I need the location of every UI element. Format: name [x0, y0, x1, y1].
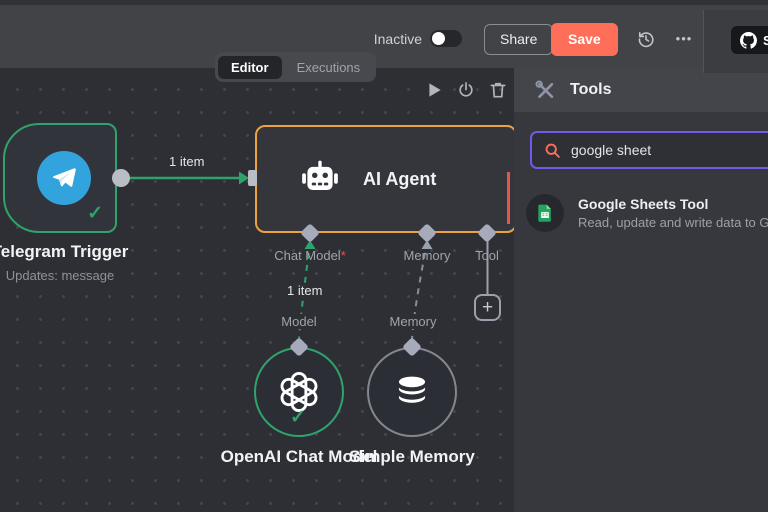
google-sheets-icon	[526, 194, 564, 232]
activation-state-label: Inactive	[373, 31, 422, 47]
database-icon	[398, 376, 426, 403]
canvas-toolbar	[424, 80, 508, 100]
openai-success-check-icon: ✓	[290, 407, 306, 428]
tab-editor[interactable]: Editor	[218, 55, 282, 79]
share-button[interactable]: Share	[484, 24, 554, 55]
telegram-node-title: Telegram Trigger	[0, 242, 129, 261]
github-star-label: Star	[763, 32, 768, 48]
ai-agent-node[interactable]: AI Agent	[255, 125, 517, 233]
output-connector[interactable]	[112, 169, 130, 187]
github-star-button[interactable]: Star	[731, 26, 768, 54]
success-check-icon: ✓	[87, 203, 103, 224]
ai-agent-node-title: AI Agent	[363, 168, 437, 189]
top-header-bar: Inactive Share Save ••• Star	[0, 5, 768, 73]
result-text: Google Sheets Tool Read, update and writ…	[578, 196, 768, 230]
memory-port-label: Memory	[403, 248, 451, 263]
telegram-trigger-node[interactable]: ✓	[3, 123, 117, 233]
telegram-icon	[37, 151, 91, 205]
history-icon[interactable]	[636, 29, 656, 49]
required-asterisk: *	[340, 248, 346, 263]
tab-executions[interactable]: Executions	[284, 56, 374, 79]
activation-toggle[interactable]	[430, 30, 462, 47]
view-tabs: Editor Executions	[215, 52, 377, 82]
memory-endpoint-label: Memory	[383, 314, 443, 329]
trash-icon[interactable]	[488, 80, 508, 100]
tools-panel: Tools Google Sheets Tool Read, update an…	[514, 68, 768, 512]
connection-items-badge: 1 item	[165, 154, 209, 169]
search-icon	[545, 143, 560, 158]
model-connection-items-badge: 1 item	[283, 283, 327, 298]
simple-memory-node[interactable]	[367, 347, 457, 437]
tool-port-label: Tool	[475, 248, 499, 263]
model-endpoint-label: Model	[269, 314, 329, 329]
chat-model-port-text: Chat Model	[274, 248, 341, 263]
add-tool-plus-button[interactable]: +	[474, 294, 501, 321]
chat-model-port-label: Chat Model*	[265, 248, 355, 263]
execute-workflow-icon[interactable]	[424, 80, 444, 100]
power-icon[interactable]	[456, 80, 476, 100]
more-options-icon[interactable]: •••	[670, 25, 698, 46]
save-button[interactable]: Save	[551, 23, 618, 56]
search-result-google-sheets-tool[interactable]: Google Sheets Tool Read, update and writ…	[514, 184, 768, 242]
panel-title: Tools	[570, 81, 612, 98]
result-subtitle: Read, update and write data to Google	[578, 215, 768, 230]
search-input[interactable]	[571, 142, 768, 158]
toggle-knob	[432, 32, 445, 45]
telegram-node-subtitle: Updates: message	[5, 268, 115, 283]
simple-memory-node-title: Simple Memory	[349, 447, 475, 466]
window-top-strip	[0, 0, 768, 5]
result-title: Google Sheets Tool	[578, 196, 709, 212]
tools-panel-header: Tools	[514, 68, 768, 112]
input-connector[interactable]	[248, 170, 257, 186]
github-icon	[740, 31, 757, 49]
tools-icon	[535, 79, 554, 98]
node-search-box[interactable]	[530, 131, 768, 169]
panel-edge-accent	[507, 172, 510, 224]
robot-icon	[302, 160, 338, 191]
